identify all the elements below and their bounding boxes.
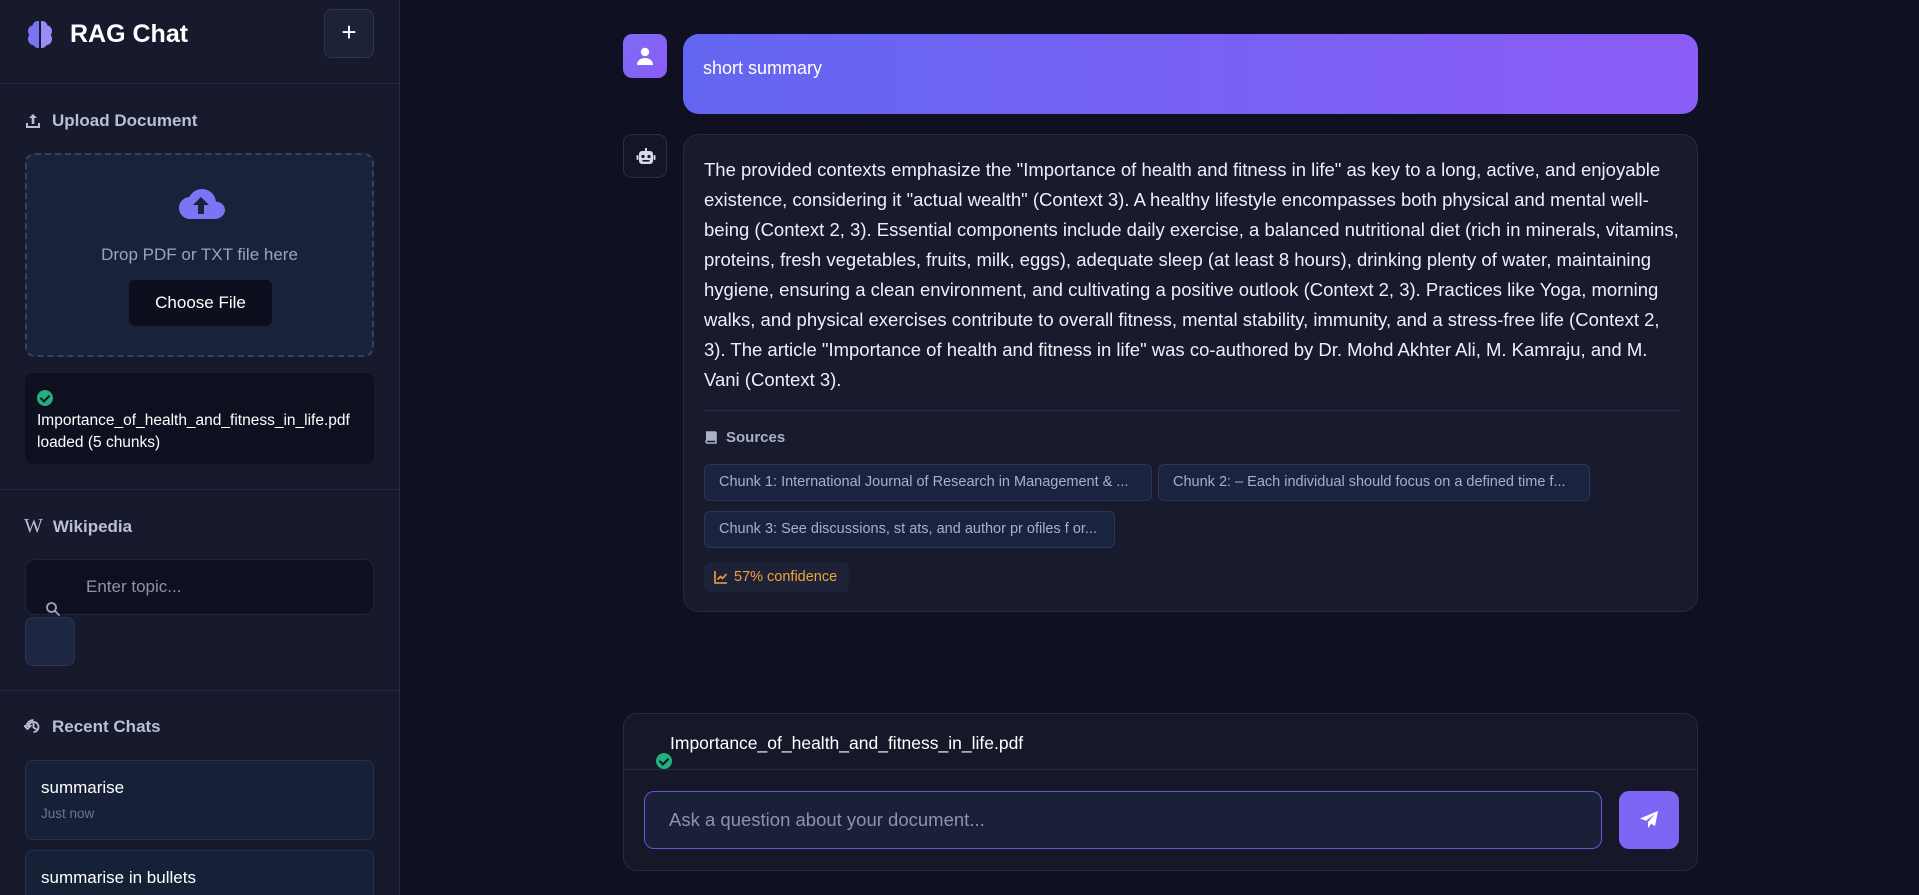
check-circle-icon bbox=[656, 752, 672, 769]
attached-file-name: Importance_of_health_and_fitness_in_life… bbox=[670, 733, 1024, 753]
choose-file-button[interactable]: Choose File bbox=[129, 280, 272, 326]
divider bbox=[0, 489, 399, 490]
book-icon bbox=[705, 430, 717, 444]
search-icon bbox=[46, 602, 60, 616]
brain-icon bbox=[28, 21, 52, 48]
user-message: short summary bbox=[683, 34, 1698, 114]
sidebar: RAG Chat + Upload Document Drop PDF or T… bbox=[0, 0, 400, 895]
recent-chat-item[interactable]: summarise Just now bbox=[25, 760, 374, 840]
recent-chat-item[interactable]: summarise in bullets bbox=[25, 850, 374, 895]
cloud-upload-icon bbox=[179, 189, 225, 219]
paper-plane-icon bbox=[1640, 811, 1658, 828]
attached-file: Importance_of_health_and_fitness_in_life… bbox=[644, 733, 1024, 769]
file-dropzone[interactable]: Drop PDF or TXT file here Choose File bbox=[25, 153, 374, 357]
dropzone-text: Drop PDF or TXT file here bbox=[101, 245, 298, 264]
check-circle-icon bbox=[37, 390, 53, 406]
user-icon bbox=[637, 47, 653, 65]
app-title: RAG Chat bbox=[70, 20, 189, 48]
upload-section-label: Upload Document bbox=[52, 111, 198, 130]
history-icon bbox=[24, 719, 40, 733]
robot-icon bbox=[636, 148, 656, 164]
confidence-label: 57% confidence bbox=[734, 569, 838, 585]
source-chip[interactable]: Chunk 3: See discussions, st ats, and au… bbox=[704, 511, 1115, 548]
upload-status: Importance_of_health_and_fitness_in_life… bbox=[25, 373, 374, 464]
bot-message-text: The provided contexts emphasize the "Imp… bbox=[704, 159, 1679, 390]
question-input[interactable] bbox=[644, 791, 1602, 849]
upload-icon bbox=[26, 114, 40, 128]
new-chat-button[interactable]: + bbox=[324, 9, 374, 58]
bot-message: The provided contexts emphasize the "Imp… bbox=[683, 134, 1698, 612]
bot-avatar bbox=[623, 134, 667, 178]
wikipedia-topic-input[interactable] bbox=[25, 559, 374, 615]
uploaded-filename: Importance_of_health_and_fitness_in_life… bbox=[37, 412, 350, 429]
recent-chat-title: summarise bbox=[41, 778, 125, 797]
recent-chats-label: Recent Chats bbox=[52, 717, 161, 736]
upload-section-title: Upload Document bbox=[24, 111, 197, 131]
recent-chat-time: Just now bbox=[41, 806, 95, 821]
sources-title: Sources bbox=[704, 429, 785, 446]
chunk-count: loaded (5 chunks) bbox=[37, 434, 161, 451]
wikipedia-icon: W bbox=[24, 515, 43, 537]
source-chip[interactable]: Chunk 2: – Each individual should focus … bbox=[1158, 464, 1590, 501]
sidebar-header: RAG Chat + bbox=[0, 0, 399, 84]
user-avatar bbox=[623, 34, 667, 78]
recent-chat-title: summarise in bullets bbox=[41, 868, 196, 887]
sources-label: Sources bbox=[726, 429, 786, 446]
divider bbox=[704, 410, 1679, 411]
divider bbox=[0, 690, 399, 691]
confidence-badge: 57% confidence bbox=[704, 562, 849, 592]
divider bbox=[624, 769, 1697, 770]
wikipedia-section-label: Wikipedia bbox=[52, 516, 133, 536]
composer: Importance_of_health_and_fitness_in_life… bbox=[623, 713, 1698, 871]
recent-chats-title: Recent Chats bbox=[24, 717, 161, 737]
source-chip[interactable]: Chunk 1: International Journal of Resear… bbox=[704, 464, 1152, 501]
upload-status-text: Importance_of_health_and_fitness_in_life… bbox=[37, 410, 367, 454]
wikipedia-section-title: W Wikipedia bbox=[24, 515, 132, 538]
chart-line-icon bbox=[714, 571, 728, 584]
wikipedia-search-button[interactable] bbox=[25, 617, 75, 666]
send-button[interactable] bbox=[1619, 791, 1679, 849]
